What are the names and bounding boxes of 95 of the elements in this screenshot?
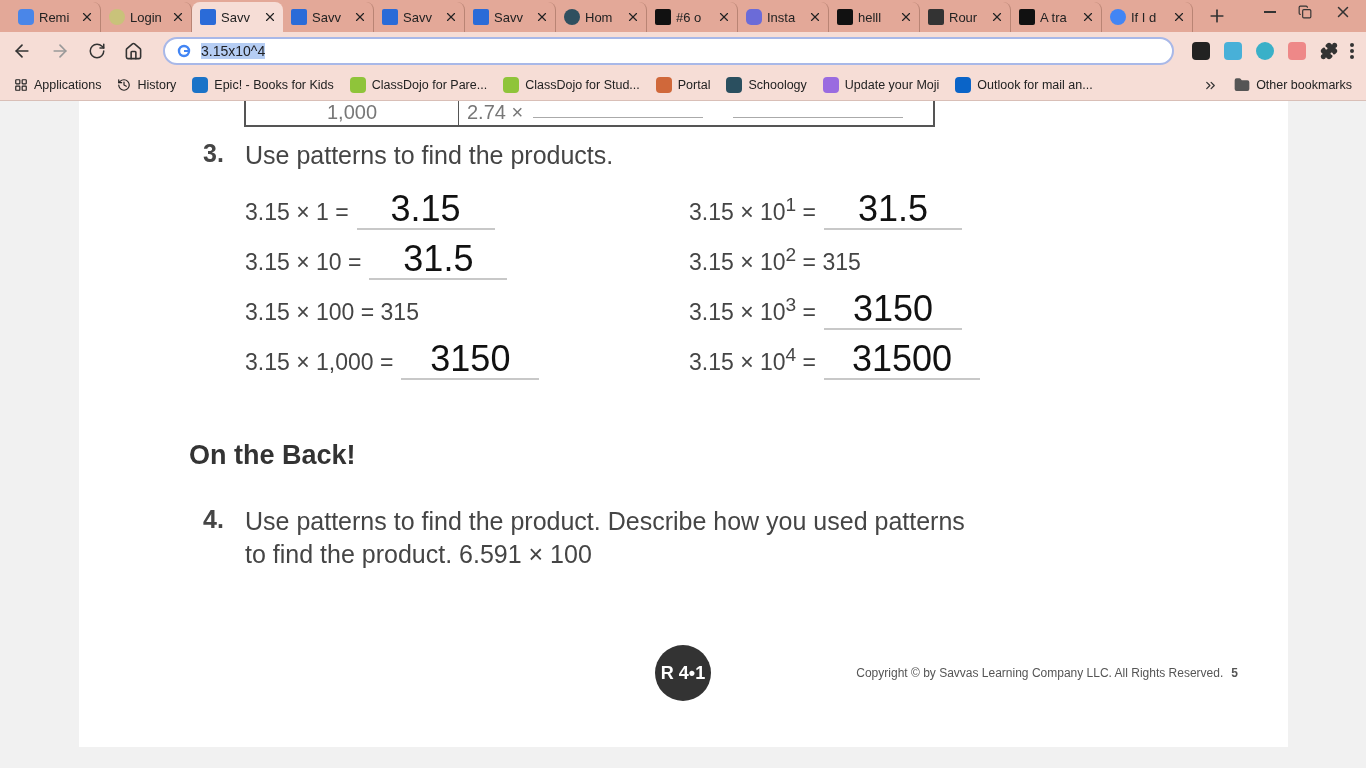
equation-text: 3.15 × 10$^{4}$ = [689,344,817,376]
equation-text: 3.15 × 10$^{1}$ = [689,194,817,226]
equation-text: 3.15 × 1,000 = [245,349,394,376]
grid-icon [14,78,28,92]
close-icon[interactable] [80,10,94,24]
bookmark-link[interactable]: History [117,78,177,92]
close-icon[interactable] [535,10,549,24]
favicon-icon [1110,9,1126,25]
home-button[interactable] [124,41,143,61]
equation-text: 3.15 × 10$^{2}$ = 315 [689,244,861,276]
extension-icon[interactable] [1192,42,1210,60]
close-icon[interactable] [717,10,731,24]
bookmark-link[interactable]: Schoology [726,77,807,93]
bookmark-link[interactable]: Applications [14,78,102,92]
bookmark-link[interactable]: Outlook for mail an... [955,77,1093,93]
close-icon[interactable] [990,10,1004,24]
favicon-icon [928,9,944,25]
close-icon[interactable] [626,10,640,24]
favicon-icon [109,9,125,25]
tab-title: #6 o [676,9,702,25]
bookmark-link[interactable]: Update your Moji [822,77,940,93]
favicon-icon [837,9,853,25]
reload-button[interactable] [88,42,106,60]
favicon-icon [655,77,672,93]
tab-title: Remi [39,9,70,25]
equation-text: 3.15 × 100 = 315 [245,299,419,326]
restore-button[interactable] [1298,3,1312,21]
tab-title: Rour [949,9,978,25]
answer-blank[interactable]: 31500 [824,340,981,380]
minimize-icon [1264,11,1276,13]
favicon-icon [200,9,216,25]
favicon-icon [291,9,307,25]
bookmark-folder[interactable]: Other bookmarks [1234,77,1352,93]
problem-number: 3. [203,139,225,169]
close-icon[interactable] [1081,10,1095,24]
close-icon[interactable] [899,10,913,24]
bookmark-link[interactable]: Portal [655,77,711,93]
tab-title: Savv [494,9,523,25]
restore-icon [1298,5,1312,19]
address-bar[interactable]: 3.15x10^4 [163,37,1174,65]
google-g-icon [177,44,191,58]
equation-text: 3.15 × 10 = [245,249,362,276]
answer-blank[interactable]: 31.5 [824,190,963,230]
tab-title: Savv [312,9,341,25]
tab-title: Login [130,9,162,25]
folder-icon [1234,77,1251,93]
tab-title: Savv [403,9,432,25]
copyright-text: Copyright © by Savvas Learning Company LLC. All Rights Reserved. [856,666,1224,680]
favicon-icon [822,77,839,93]
bookmark-link[interactable]: ClassDojo for Stud... [503,77,640,93]
close-icon[interactable] [444,10,458,24]
tab-title: If I d [1131,9,1157,25]
equation-text: 3.15 × 10$^{3}$ = [689,294,817,326]
puzzle-icon[interactable] [1320,42,1338,60]
problem-number: 4. [203,505,225,535]
answer-blank[interactable]: 3.15 [356,190,495,230]
favicon-icon [192,77,209,93]
close-icon[interactable] [808,10,822,24]
favicon-icon [726,77,743,93]
favicon-icon [382,9,398,25]
problem-prompt: Use patterns to find the product. Describe how you used patterns to find the product. 6.591 × 100 [245,506,966,570]
table-cell: 2.74 × [467,101,524,123]
favicon-icon [655,9,671,25]
menu-button[interactable] [1350,43,1354,59]
section-heading: On the Back! [189,440,357,471]
close-icon[interactable] [171,10,185,24]
browser-tab[interactable]: Savv [192,2,283,32]
tab-title: A tra [1040,9,1067,25]
favicon-icon [955,77,972,93]
tab-title: helll [858,9,882,25]
problem-prompt: Use patterns to find the products. [245,140,615,171]
answer-blank[interactable]: 3150 [824,290,963,330]
bookmark-link[interactable]: Epic! - Books for Kids [192,77,334,93]
favicon-icon [564,9,580,25]
favicon-icon [18,9,34,25]
history-icon [117,78,132,92]
favicon-icon [746,9,762,25]
menu-icon [1350,43,1354,59]
tab-title: Insta [767,9,796,25]
favicon-icon [503,77,520,93]
lesson-badge: R 4•1 [655,645,711,701]
favicon-icon [473,9,489,25]
close-icon[interactable] [353,10,367,24]
close-icon[interactable] [1172,10,1186,24]
tab-title: Savv [221,9,250,25]
favicon-icon [1019,9,1035,25]
bookmark-link[interactable]: ClassDojo for Pare... [349,77,488,93]
table-cell: 1,000 [326,101,378,123]
answer-blank[interactable]: 3150 [401,340,540,380]
tab-title: Hom [585,9,613,25]
page-number: 5 [1231,666,1238,680]
answer-blank[interactable]: 31.5 [369,240,508,280]
favicon-icon [349,77,366,93]
equation-text: 3.15 × 1 = [245,199,349,226]
close-icon[interactable] [263,10,277,24]
